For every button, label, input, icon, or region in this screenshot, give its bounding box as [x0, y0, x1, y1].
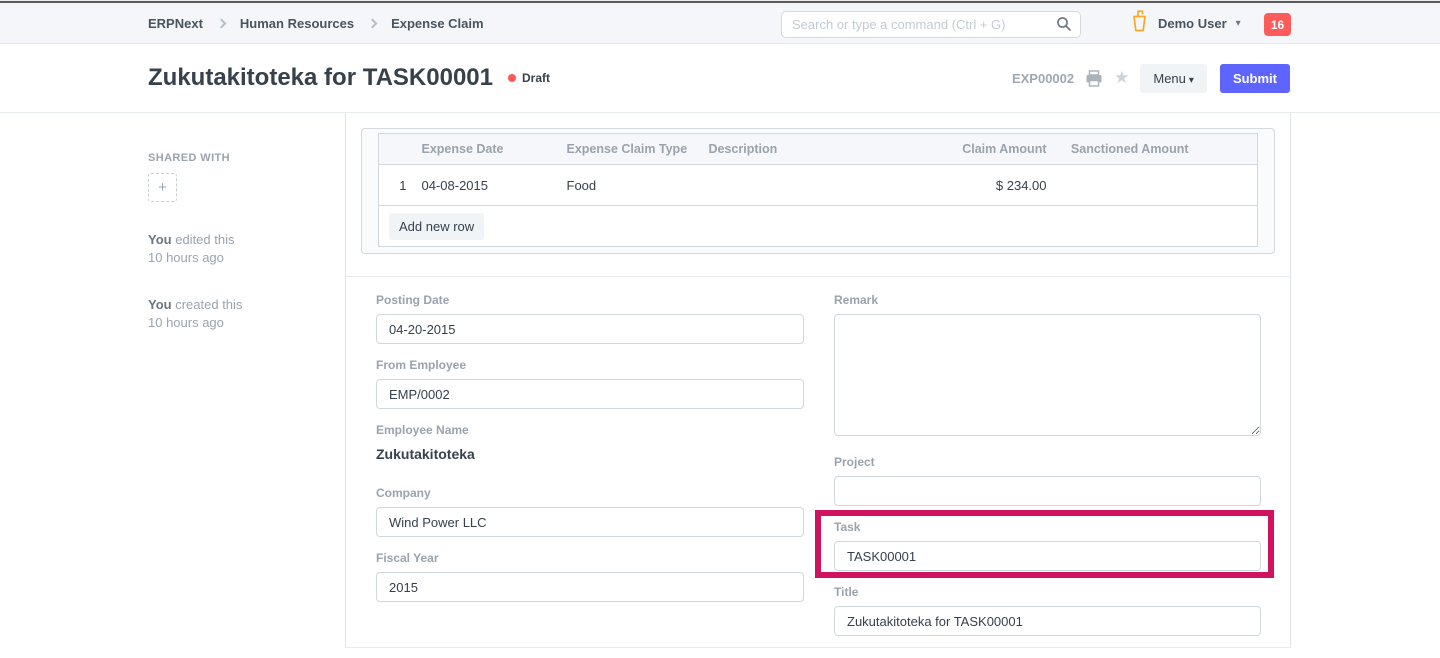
activity-who: You — [148, 297, 172, 312]
company-label: Company — [376, 486, 804, 500]
activity-action: created this — [175, 297, 242, 312]
chevron-down-icon: ▾ — [1236, 18, 1241, 29]
company-input[interactable] — [376, 507, 804, 537]
title-label: Title — [834, 585, 1261, 599]
document-id: EXP00002 — [1012, 71, 1074, 86]
cell-row-index[interactable]: 1 — [379, 165, 412, 206]
remark-field: Remark — [834, 293, 1261, 441]
employee-name-field: Employee Name Zukutakitoteka — [376, 423, 804, 472]
notification-badge[interactable]: 16 — [1264, 13, 1291, 36]
chevron-right-icon — [368, 18, 378, 28]
activity-item: You edited this 10 hours ago — [148, 231, 345, 267]
details-section: Posting Date From Employee Employee Name… — [346, 276, 1290, 650]
global-search — [781, 11, 1081, 38]
print-button[interactable] — [1085, 70, 1103, 87]
status-dot-icon — [508, 74, 516, 82]
project-input[interactable] — [834, 476, 1261, 506]
activity-when: 10 hours ago — [148, 249, 345, 267]
column-sanctioned-amount: Sanctioned Amount — [1057, 134, 1199, 165]
employee-name-label: Employee Name — [376, 423, 804, 437]
column-expense-date: Expense Date — [412, 134, 557, 165]
fiscal-year-field: Fiscal Year — [376, 551, 804, 602]
user-name: Demo User — [1158, 16, 1227, 31]
project-label: Project — [834, 455, 1261, 469]
page-title: Zukutakitoteka for TASK00001 — [148, 64, 493, 92]
task-label: Task — [834, 520, 1261, 534]
title-input[interactable] — [834, 606, 1261, 636]
fiscal-year-input[interactable] — [376, 572, 804, 602]
from-employee-field: From Employee — [376, 358, 804, 409]
submit-button[interactable]: Submit — [1220, 64, 1290, 93]
project-field: Project — [834, 455, 1261, 506]
column-expense-claim-type: Expense Claim Type — [557, 134, 699, 165]
posting-date-input[interactable] — [376, 314, 804, 344]
form-body: Expense Date Expense Claim Type Descript… — [345, 113, 1291, 648]
breadcrumb-human-resources[interactable]: Human Resources — [240, 16, 354, 31]
form-column-left: Posting Date From Employee Employee Name… — [376, 293, 804, 650]
cell-claim-amount[interactable]: $ 234.00 — [841, 165, 1057, 206]
posting-date-label: Posting Date — [376, 293, 804, 307]
chevron-right-icon — [216, 18, 226, 28]
user-menu[interactable]: Demo User ▾ — [1130, 3, 1241, 43]
activity-when: 10 hours ago — [148, 314, 345, 332]
cell-description[interactable] — [699, 165, 841, 206]
status-badge: Draft — [522, 71, 550, 85]
cell-expense-date[interactable]: 04-08-2015 — [412, 165, 557, 206]
printer-icon — [1085, 75, 1103, 90]
breadcrumb-expense-claim[interactable]: Expense Claim — [391, 16, 484, 31]
column-description: Description — [699, 134, 841, 165]
sidebar: SHARED WITH + You edited this 10 hours a… — [148, 113, 345, 332]
status-indicator: Draft — [508, 71, 550, 85]
from-employee-label: From Employee — [376, 358, 804, 372]
form-column-right: Remark Project Task Title — [834, 293, 1261, 650]
header-actions: EXP00002 ★ Menu▾ Submit — [1012, 64, 1290, 93]
juice-cup-icon — [1130, 9, 1149, 38]
column-claim-amount: Claim Amount — [841, 134, 1057, 165]
activity-item: You created this 10 hours ago — [148, 296, 345, 332]
menu-button[interactable]: Menu▾ — [1140, 64, 1207, 93]
page-header: Zukutakitoteka for TASK00001 Draft EXP00… — [0, 44, 1440, 113]
add-share-button[interactable]: + — [148, 173, 177, 202]
table-footer-row: Add new row — [379, 206, 1258, 247]
cell-spacer — [1199, 165, 1258, 206]
activity-action: edited this — [175, 232, 234, 247]
cell-sanctioned-amount[interactable] — [1057, 165, 1199, 206]
task-input[interactable] — [834, 541, 1261, 571]
column-idx — [379, 134, 412, 165]
remark-label: Remark — [834, 293, 1261, 307]
breadcrumb: ERPNext Human Resources Expense Claim — [148, 3, 484, 43]
table-header-row: Expense Date Expense Claim Type Descript… — [379, 134, 1258, 165]
column-spacer — [1199, 134, 1258, 165]
cell-expense-claim-type[interactable]: Food — [557, 165, 699, 206]
search-icon[interactable] — [1056, 16, 1072, 37]
navbar: ERPNext Human Resources Expense Claim De… — [0, 3, 1440, 44]
table-row[interactable]: 1 04-08-2015 Food $ 234.00 — [379, 165, 1258, 206]
remark-textarea[interactable] — [834, 314, 1261, 436]
caret-down-icon: ▾ — [1189, 75, 1194, 86]
expense-table: Expense Date Expense Claim Type Descript… — [378, 133, 1258, 247]
activity-who: You — [148, 232, 172, 247]
from-employee-input[interactable] — [376, 379, 804, 409]
posting-date-field: Posting Date — [376, 293, 804, 344]
employee-name-value: Zukutakitoteka — [376, 444, 804, 472]
task-field: Task — [834, 520, 1261, 571]
expenses-section: Expense Date Expense Claim Type Descript… — [361, 128, 1275, 254]
fiscal-year-label: Fiscal Year — [376, 551, 804, 565]
shared-with-label: SHARED WITH — [148, 152, 345, 164]
search-input[interactable] — [781, 11, 1081, 38]
breadcrumb-erpnext[interactable]: ERPNext — [148, 16, 203, 31]
company-field: Company — [376, 486, 804, 537]
add-row-button[interactable]: Add new row — [389, 213, 484, 240]
title-field: Title — [834, 585, 1261, 636]
